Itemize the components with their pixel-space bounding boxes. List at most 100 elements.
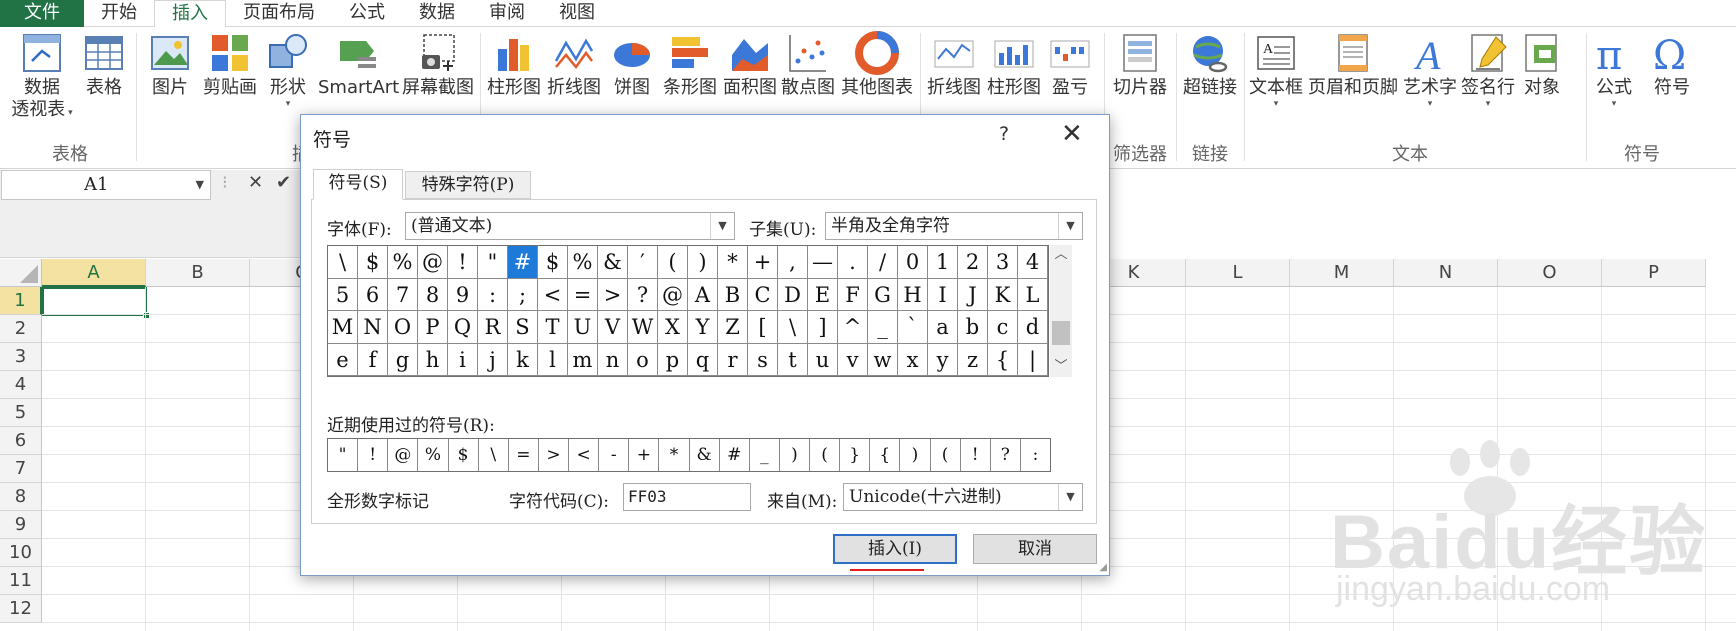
row-header[interactable]: 8 (0, 483, 42, 511)
pivot-table-button[interactable]: 数据 透视表 ▾ (6, 31, 78, 121)
symbol-cell[interactable]: t (778, 343, 808, 376)
symbol-button[interactable]: Ω 符号 (1650, 31, 1694, 99)
symbol-cell[interactable]: a (928, 311, 958, 344)
tab-view[interactable]: 视图 (542, 0, 612, 27)
symbol-cell[interactable]: p (658, 343, 688, 376)
symbol-cell[interactable]: & (598, 246, 628, 279)
row-header[interactable]: 11 (0, 567, 42, 595)
recent-symbol-cell[interactable]: > (539, 439, 569, 471)
symbol-cell[interactable]: 8 (418, 278, 448, 311)
object-button[interactable]: 对象 (1520, 31, 1564, 99)
wordart-button[interactable]: A 艺术字 ▾ (1402, 31, 1458, 109)
symbol-cell[interactable]: N (358, 311, 388, 344)
symbol-cell[interactable]: % (388, 246, 418, 279)
tab-symbols[interactable]: 符号(S) (313, 169, 403, 200)
symbol-grid-scrollbar[interactable]: ︿ ﹀ (1050, 245, 1072, 377)
tab-formulas[interactable]: 公式 (332, 0, 402, 27)
symbol-cell[interactable]: y (928, 343, 958, 376)
symbol-cell[interactable]: ] (808, 311, 838, 344)
recent-symbol-cell[interactable]: @ (388, 439, 419, 471)
symbol-cell[interactable]: m (568, 343, 598, 376)
symbol-cell[interactable]: l (538, 343, 568, 376)
symbol-cell[interactable]: o (628, 343, 658, 376)
symbol-cell[interactable]: H (898, 278, 928, 311)
signature-button[interactable]: 签名行 ▾ (1460, 31, 1516, 109)
active-cell[interactable] (42, 287, 150, 319)
symbol-cell[interactable]: E (808, 278, 838, 311)
symbol-cell[interactable]: + (748, 246, 778, 279)
symbol-cell[interactable]: X (658, 311, 688, 344)
table-button[interactable]: 表格 (80, 31, 128, 99)
symbol-cell[interactable]: e (328, 343, 358, 376)
close-icon[interactable]: ✕ (1061, 119, 1083, 149)
symbol-cell[interactable]: > (598, 278, 628, 311)
row-header[interactable]: 1 (0, 287, 42, 315)
recent-symbol-cell[interactable]: ? (991, 439, 1021, 471)
symbol-cell[interactable]: f (358, 343, 388, 376)
symbol-cell[interactable]: M (328, 311, 358, 344)
hyperlink-button[interactable]: 超链接 (1180, 31, 1240, 99)
scroll-thumb[interactable] (1052, 321, 1070, 345)
symbol-cell[interactable]: W (628, 311, 658, 344)
symbol-cell[interactable]: h (418, 343, 448, 376)
chevron-down-icon[interactable]: ▼ (1058, 213, 1082, 239)
recent-symbol-cell[interactable]: " (328, 439, 359, 471)
row-header[interactable]: 10 (0, 539, 42, 567)
symbol-cell[interactable]: ) (688, 246, 718, 279)
recent-symbol-cell[interactable]: ( (931, 439, 961, 471)
tab-review[interactable]: 审阅 (472, 0, 542, 27)
symbol-cell[interactable]: ! (448, 246, 478, 279)
symbol-cell[interactable]: , (778, 246, 808, 279)
symbol-cell[interactable]: 7 (388, 278, 418, 311)
column-header[interactable]: N (1394, 259, 1498, 287)
symbol-cell[interactable]: z (958, 343, 988, 376)
symbol-cell[interactable]: { (988, 343, 1018, 376)
row-header[interactable]: 5 (0, 399, 42, 427)
row-header[interactable]: 2 (0, 315, 42, 343)
line-chart-button[interactable]: 折线图 (546, 31, 602, 99)
font-select[interactable]: (普通文本) ▼ (405, 212, 735, 240)
symbol-cell[interactable]: | (1018, 343, 1048, 376)
symbol-cell[interactable]: D (778, 278, 808, 311)
symbol-cell[interactable]: q (688, 343, 718, 376)
symbol-cell[interactable]: G (868, 278, 898, 311)
pie-chart-button[interactable]: 饼图 (610, 31, 654, 99)
recent-symbol-cell[interactable]: ( (810, 439, 841, 471)
recent-symbol-cell[interactable]: - (599, 439, 630, 471)
symbol-cell[interactable]: @ (658, 278, 688, 311)
symbol-cell[interactable]: v (838, 343, 868, 376)
tab-home[interactable]: 开始 (84, 0, 154, 27)
symbol-cell[interactable]: J (958, 278, 988, 311)
insert-button[interactable]: 插入(I) (833, 534, 957, 564)
chevron-down-icon[interactable]: ▼ (196, 171, 204, 199)
symbol-cell[interactable]: C (748, 278, 778, 311)
symbol-cell[interactable]: $ (358, 246, 388, 279)
symbol-cell[interactable]: @ (418, 246, 448, 279)
symbol-cell[interactable]: 2 (958, 246, 988, 279)
recent-symbol-cell[interactable]: = (509, 439, 539, 471)
sparkline-column-button[interactable]: 柱形图 (986, 31, 1042, 99)
symbol-cell[interactable]: I (928, 278, 958, 311)
smartart-button[interactable]: SmartArt (318, 31, 399, 99)
symbol-cell[interactable]: 5 (328, 278, 358, 311)
from-select[interactable]: Unicode(十六进制) ▼ (843, 483, 1083, 511)
formula-input[interactable] (1108, 170, 1736, 258)
symbol-cell[interactable]: " (478, 246, 508, 279)
symbol-cell[interactable]: / (868, 246, 898, 279)
symbol-cell[interactable]: j (478, 343, 508, 376)
symbol-cell[interactable]: 4 (1018, 246, 1048, 279)
symbol-cell[interactable]: * (718, 246, 748, 279)
symbol-cell[interactable]: w (868, 343, 898, 376)
symbol-cell[interactable]: A (688, 278, 718, 311)
column-header[interactable]: O (1498, 259, 1602, 287)
symbol-cell[interactable]: B (718, 278, 748, 311)
tab-page-layout[interactable]: 页面布局 (226, 0, 332, 27)
symbol-cell[interactable]: 1 (928, 246, 958, 279)
symbol-cell[interactable]: . (838, 246, 868, 279)
symbol-cell[interactable]: ( (658, 246, 688, 279)
other-chart-button[interactable]: 其他图表 (840, 31, 914, 99)
symbol-cell[interactable]: x (898, 343, 928, 376)
symbol-cell[interactable]: F (838, 278, 868, 311)
symbol-cell[interactable]: % (568, 246, 598, 279)
recent-symbol-cell[interactable]: ! (961, 439, 991, 471)
